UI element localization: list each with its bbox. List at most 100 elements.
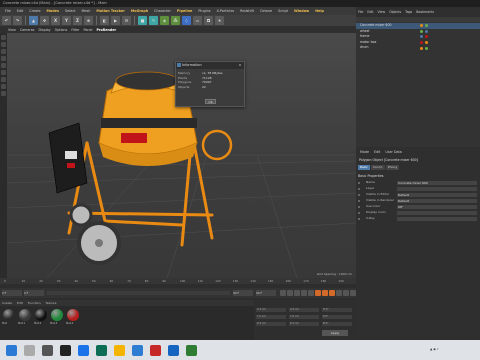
attribute-menu-mode[interactable]: Mode — [360, 149, 369, 156]
attribute-menu-user-data[interactable]: User Data — [385, 149, 401, 156]
material-tag-icon[interactable] — [420, 35, 423, 39]
play-icon[interactable] — [293, 290, 300, 296]
attribute-value[interactable] — [397, 216, 477, 221]
viewport-menu-display[interactable]: Display — [38, 28, 50, 32]
attribute-menu-edit[interactable]: Edit — [374, 149, 380, 156]
close-icon[interactable]: x — [239, 62, 241, 69]
browser-icon[interactable] — [78, 345, 89, 356]
position-key-icon[interactable] — [335, 290, 342, 296]
start-frame-field[interactable]: 0 F — [2, 290, 22, 296]
material-tag-icon[interactable] — [420, 46, 423, 50]
object-menu-view[interactable]: View — [378, 7, 386, 17]
tab-basic[interactable]: Basic — [358, 164, 370, 170]
material-menu-create[interactable]: Create — [2, 301, 12, 305]
coord-field[interactable]: B 0° — [322, 322, 352, 326]
timeline-ruler[interactable]: 0 10 20 30 40 50 60 70 80 90 100 110 120 130 140 150 160… — [0, 278, 356, 284]
viewport-menu-cameras[interactable]: Cameras — [20, 28, 35, 32]
redo-icon[interactable]: ↷ — [13, 16, 22, 25]
animate-dot-icon[interactable] — [358, 187, 361, 190]
attribute-value[interactable]: Default — [397, 192, 477, 197]
current-frame-field[interactable]: 0 F — [24, 290, 44, 296]
light-icon[interactable]: ✷ — [215, 16, 224, 25]
prev-key-icon[interactable] — [286, 290, 293, 296]
menu-item-file[interactable]: File — [2, 7, 14, 15]
app2-icon[interactable] — [150, 345, 161, 356]
material-tag-icon[interactable] — [425, 24, 428, 28]
frame-range-slider[interactable] — [47, 291, 230, 295]
rotation-key-icon[interactable] — [349, 290, 356, 296]
menu-item-select[interactable]: Select — [62, 7, 78, 15]
material-tag-icon[interactable] — [425, 35, 428, 39]
menu-item-character[interactable]: Character — [151, 7, 174, 15]
render-view-icon[interactable]: ◧ — [100, 16, 109, 25]
attribute-value[interactable]: Default — [397, 198, 477, 203]
camera-icon[interactable]: ◘ — [204, 16, 213, 25]
viewport-menu-filter[interactable]: Filter — [71, 28, 79, 32]
cube-icon[interactable]: ■ — [138, 16, 147, 25]
vscode-icon[interactable] — [132, 345, 143, 356]
coord-field[interactable]: Y 0 cm — [289, 315, 319, 319]
preview-end-field[interactable]: 90 F — [256, 290, 276, 296]
menu-item-modes[interactable]: Modes — [44, 7, 62, 15]
keyframe-selection-icon[interactable] — [328, 290, 335, 296]
menu-item-script[interactable]: Script — [275, 7, 291, 15]
material-tag-icon[interactable] — [420, 40, 423, 44]
z-axis-button[interactable]: Z — [73, 16, 82, 25]
texture-mode-icon[interactable] — [1, 49, 6, 54]
object-menu-tags[interactable]: Tags — [405, 7, 412, 17]
menu-item-help[interactable]: Help — [312, 7, 327, 15]
material-swatch[interactable]: Mat.1 — [18, 309, 31, 325]
last-frame-icon[interactable] — [307, 290, 314, 296]
world-icon[interactable]: ⊕ — [84, 16, 93, 25]
material-menu-edit[interactable]: Edit — [17, 301, 23, 305]
animate-dot-icon[interactable] — [358, 205, 361, 208]
menu-item-octane[interactable]: Octane — [257, 7, 275, 15]
material-swatch[interactable]: Mat — [2, 309, 15, 325]
menu-item-mograph[interactable]: MoGraph — [128, 7, 151, 15]
menu-item-mesh[interactable]: Mesh — [78, 7, 93, 15]
autokey-icon[interactable] — [321, 290, 328, 296]
edges-mode-icon[interactable] — [1, 63, 6, 68]
excel-icon[interactable] — [186, 345, 197, 356]
system-tray[interactable]: ▲ ◉ ♪ — [430, 347, 439, 351]
coord-field[interactable]: X 0 cm — [256, 308, 286, 312]
folder-icon[interactable] — [114, 345, 125, 356]
first-frame-icon[interactable] — [279, 290, 286, 296]
points-mode-icon[interactable] — [1, 56, 6, 61]
word-icon[interactable] — [168, 345, 179, 356]
app-icon[interactable] — [96, 345, 107, 356]
material-swatch[interactable]: Mat.3 — [50, 309, 63, 325]
undo-icon[interactable]: ↶ — [2, 16, 11, 25]
viewport-menu-panel[interactable]: Panel — [84, 28, 93, 32]
ok-button[interactable]: OK — [205, 99, 216, 104]
tab-coord[interactable]: Coord. — [370, 164, 385, 170]
menu-item-redshift[interactable]: Redshift — [237, 7, 257, 15]
deformer-icon[interactable]: ◊ — [182, 16, 191, 25]
material-tag-icon[interactable] — [425, 29, 428, 33]
next-key-icon[interactable] — [300, 290, 307, 296]
menu-item-pipeline[interactable]: Pipeline — [174, 7, 195, 15]
material-tag-icon[interactable] — [420, 24, 423, 28]
polygons-mode-icon[interactable] — [1, 70, 6, 75]
workplane-icon[interactable] — [1, 91, 6, 96]
snap-icon[interactable] — [1, 84, 6, 89]
attribute-value[interactable]: Concrete mixer 600 — [397, 180, 477, 185]
model-mode-icon[interactable] — [1, 42, 6, 47]
select-tool-icon[interactable]: ▲ — [29, 16, 38, 25]
end-frame-field[interactable]: 90 F — [233, 290, 253, 296]
windows-start-icon[interactable] — [6, 345, 17, 356]
coord-field[interactable]: P 0° — [322, 315, 352, 319]
cloner-icon[interactable]: ⁂ — [171, 16, 180, 25]
material-swatch[interactable]: Mat.4 — [66, 309, 79, 325]
menu-item-edit[interactable]: Edit — [14, 7, 27, 15]
render-icon[interactable]: ▶ — [111, 16, 120, 25]
scale-key-icon[interactable] — [342, 290, 349, 296]
coord-field[interactable]: H 0° — [322, 308, 352, 312]
animate-dot-icon[interactable] — [358, 211, 361, 214]
search-icon[interactable] — [24, 345, 35, 356]
menu-item-create[interactable]: Create — [26, 7, 43, 15]
pen-icon[interactable]: ✎ — [149, 16, 158, 25]
floor-icon[interactable]: ▭ — [193, 16, 202, 25]
tab-phong[interactable]: Phong — [385, 164, 400, 170]
attribute-value[interactable]: Off — [397, 204, 477, 209]
